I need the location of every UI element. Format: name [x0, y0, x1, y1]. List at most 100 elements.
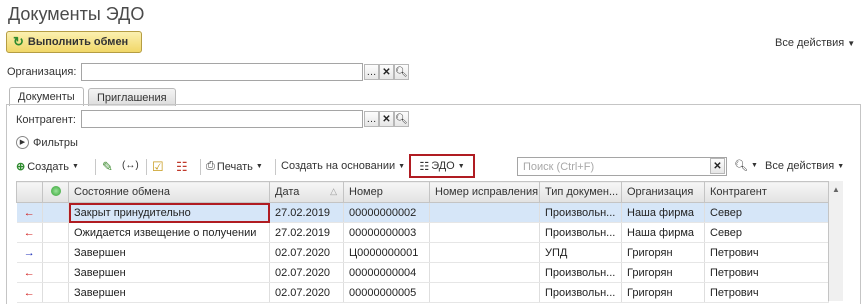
cell-number[interactable]: 00000000005 — [343, 282, 430, 303]
create-based-on-button[interactable]: Создать на основании ▼ — [281, 160, 405, 172]
print-button[interactable]: ⎙ Печать ▼ — [206, 160, 263, 173]
post-document-icon[interactable]: ☑ — [152, 159, 164, 175]
cell-counterparty[interactable]: Петрович — [704, 282, 829, 303]
cell-correction-number[interactable] — [429, 202, 540, 223]
filters-toggle[interactable]: ▶ Фильтры — [16, 136, 78, 149]
create-button[interactable]: ⊕ Создать ▼ — [16, 160, 79, 174]
toolbar-divider — [95, 159, 96, 175]
counterparty-search-icon[interactable]: 🔍︎ — [394, 111, 409, 127]
cell-number[interactable]: 00000000003 — [343, 222, 430, 243]
toolbar-divider — [275, 159, 276, 175]
column-header-date[interactable]: Дата △ — [269, 181, 344, 203]
counterparty-field[interactable] — [81, 110, 363, 128]
cell-arrow[interactable]: ← — [16, 202, 43, 223]
column-header-state[interactable]: Состояние обмена — [68, 181, 270, 203]
organization-search-icon[interactable]: 🔍︎ — [394, 64, 409, 80]
cell-number[interactable]: 00000000002 — [343, 202, 430, 223]
column-header-counterparty[interactable]: Контрагент — [704, 181, 829, 203]
cell-state[interactable]: Завершен — [68, 282, 270, 303]
cell-organization[interactable]: Григорян — [621, 242, 705, 263]
cell-date[interactable]: 02.07.2020 — [269, 282, 344, 303]
edit-pencil-icon[interactable]: ✎ — [102, 159, 113, 175]
search-options-button[interactable]: 🔍︎ ▼ — [734, 159, 758, 172]
cell-date[interactable]: 02.07.2020 — [269, 242, 344, 263]
chevron-down-icon: ▼ — [255, 163, 263, 170]
page-title: Документы ЭДО — [8, 4, 145, 24]
cell-organization[interactable]: Григорян — [621, 282, 705, 303]
cell-status-indicator[interactable] — [42, 202, 69, 223]
cell-correction-number[interactable] — [429, 222, 540, 243]
cell-arrow[interactable]: → — [16, 242, 43, 263]
printer-icon: ⎙ — [206, 160, 215, 172]
scroll-up-icon[interactable]: ▲ — [829, 185, 843, 194]
all-actions-button[interactable]: Все действия ▼ — [765, 160, 844, 172]
print-label: Печать — [216, 160, 253, 173]
cell-status-indicator[interactable] — [42, 262, 69, 283]
organization-select-button[interactable]: … — [364, 64, 379, 80]
cell-status-indicator[interactable] — [42, 242, 69, 263]
cell-correction-number[interactable] — [429, 282, 540, 303]
column-header-correction-number[interactable]: Номер исправления — [429, 181, 540, 203]
cell-correction-number[interactable] — [429, 262, 540, 283]
vertical-scrollbar[interactable]: ▲ — [828, 181, 843, 301]
cell-counterparty[interactable]: Север — [704, 202, 829, 223]
cell-counterparty[interactable]: Петрович — [704, 262, 829, 283]
search-clear-icon[interactable]: ✕ — [710, 158, 725, 174]
cell-date[interactable]: 27.02.2019 — [269, 202, 344, 223]
column-header-number[interactable]: Номер — [343, 181, 430, 203]
cell-organization[interactable]: Наша фирма — [621, 202, 705, 223]
cell-arrow[interactable]: ← — [16, 282, 43, 303]
column-header-document-type[interactable]: Тип докумен... — [539, 181, 622, 203]
chevron-down-icon: ▼ — [837, 162, 845, 170]
cell-counterparty[interactable]: Петрович — [704, 242, 829, 263]
search-icon: 🔍︎ — [734, 160, 748, 172]
cell-document-type[interactable]: Произвольн... — [539, 202, 622, 223]
cell-document-type[interactable]: Произвольн... — [539, 222, 622, 243]
counterparty-select-button[interactable]: … — [364, 111, 379, 127]
organization-field[interactable] — [81, 63, 363, 81]
table-row[interactable]: ← Завершен 02.07.2020 00000000005 Произвольн… — [16, 282, 829, 303]
related-docs-icon[interactable]: (↔) — [122, 160, 139, 171]
documents-table: Состояние обмена Дата △ Номер Номер испр… — [16, 181, 829, 303]
cell-number[interactable]: 00000000004 — [343, 262, 430, 283]
outgoing-arrow-icon: → — [23, 246, 35, 259]
cell-number[interactable]: Ц0000000001 — [343, 242, 430, 263]
refresh-icon: ↻ — [13, 34, 24, 49]
cell-state[interactable]: Закрыт принудительно — [68, 202, 270, 223]
filters-label: Фильтры — [33, 136, 78, 149]
column-header-organization[interactable]: Организация — [621, 181, 705, 203]
cell-state[interactable]: Завершен — [68, 262, 270, 283]
cell-organization[interactable]: Григорян — [621, 262, 705, 283]
table-row[interactable]: ← Завершен 02.07.2020 00000000004 Произвольн… — [16, 262, 829, 283]
cell-status-indicator[interactable] — [42, 222, 69, 243]
exchange-button[interactable]: ↻ Выполнить обмен — [6, 31, 142, 53]
cell-document-type[interactable]: Произвольн... — [539, 262, 622, 283]
column-header-status-indicator[interactable] — [42, 181, 69, 203]
cell-counterparty[interactable]: Север — [704, 222, 829, 243]
cell-date[interactable]: 02.07.2020 — [269, 262, 344, 283]
chevron-down-icon: ▼ — [750, 162, 758, 169]
cell-organization[interactable]: Наша фирма — [621, 222, 705, 243]
table-row[interactable]: ← Закрыт принудительно 27.02.2019 000000000… — [16, 202, 829, 223]
counterparty-clear-icon[interactable]: ✕ — [379, 111, 394, 127]
table-row[interactable]: → Завершен 02.07.2020 Ц0000000001 УПД Григоря… — [16, 242, 829, 263]
cell-status-indicator[interactable] — [42, 282, 69, 303]
cell-arrow[interactable]: ← — [16, 222, 43, 243]
cell-date[interactable]: 27.02.2019 — [269, 222, 344, 243]
edo-menu-button[interactable]: ☷ ЭДО ▼ — [409, 154, 475, 178]
expand-circle-icon: ▶ — [16, 136, 29, 149]
cell-document-type[interactable]: Произвольн... — [539, 282, 622, 303]
search-input[interactable]: Поиск (Ctrl+F) — [517, 157, 727, 176]
cell-arrow[interactable]: ← — [16, 262, 43, 283]
cell-state[interactable]: Ожидается извещение о получении — [68, 222, 270, 243]
organization-clear-icon[interactable]: ✕ — [379, 64, 394, 80]
cell-state[interactable]: Завершен — [68, 242, 270, 263]
table-row[interactable]: ← Ожидается извещение о получении 27.02.20… — [16, 222, 829, 243]
incoming-arrow-icon: ← — [23, 226, 35, 239]
all-actions-top-button[interactable]: Все действия ▼ — [775, 37, 855, 49]
structure-icon[interactable]: ☷ — [176, 159, 188, 175]
table-header-row: Состояние обмена Дата △ Номер Номер испр… — [16, 181, 829, 203]
cell-document-type[interactable]: УПД — [539, 242, 622, 263]
cell-correction-number[interactable] — [429, 242, 540, 263]
column-header-direction[interactable] — [16, 181, 43, 203]
